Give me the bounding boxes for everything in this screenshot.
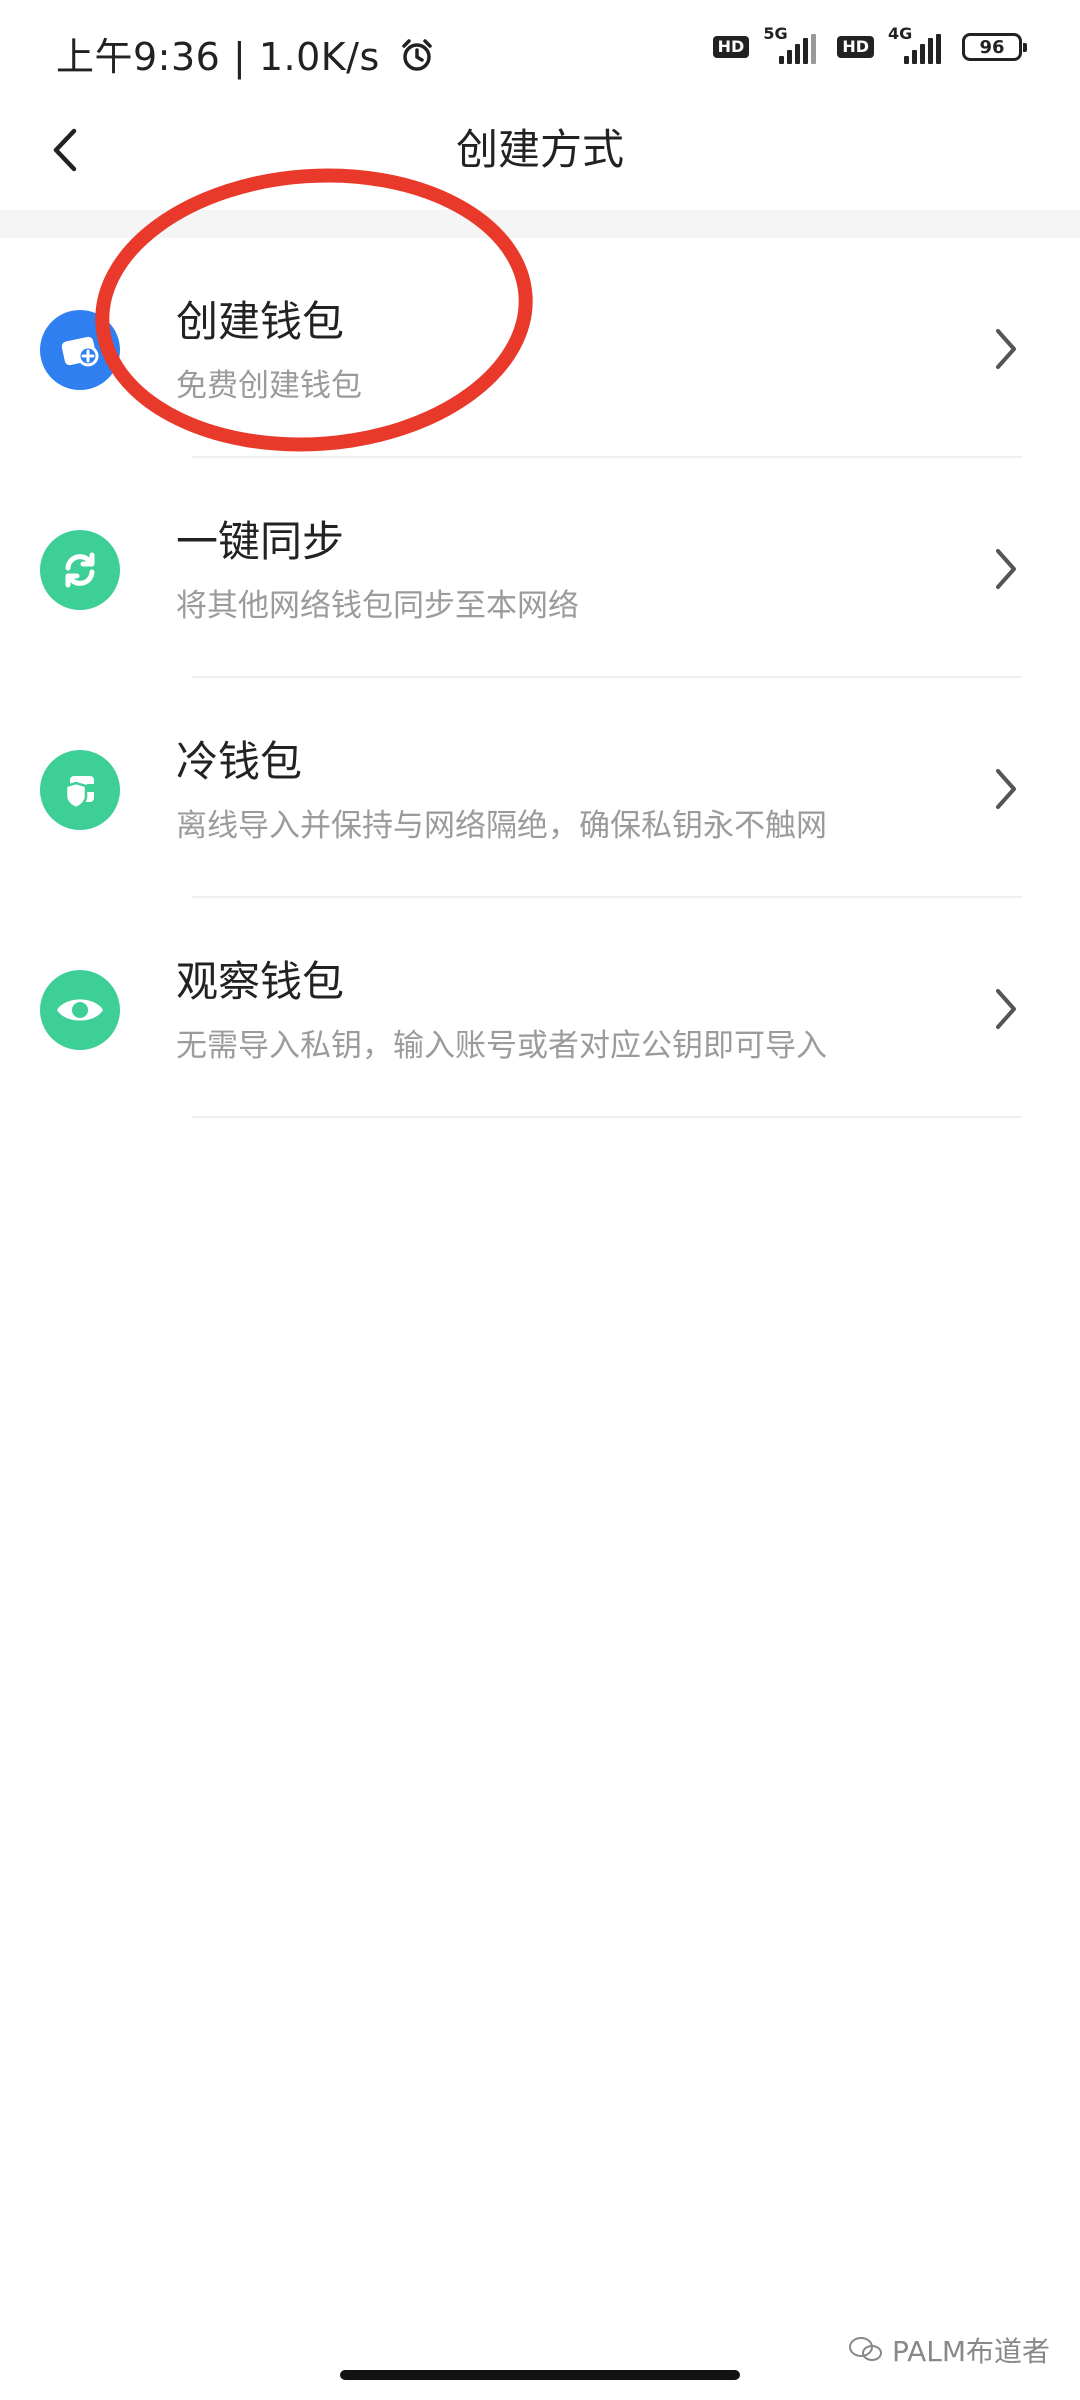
page-title: 创建方式 xyxy=(455,125,624,174)
chevron-right-icon xyxy=(986,764,1026,814)
sim1-label: 5G xyxy=(763,24,788,43)
watermark-text: PALM布道者 xyxy=(891,2335,1050,2368)
row-divider xyxy=(192,1116,1022,1118)
alarm-icon xyxy=(398,36,436,83)
item-subtitle: 离线导入并保持与网络隔绝，确保私钥永不触网 xyxy=(176,808,827,844)
chevron-right-icon xyxy=(986,984,1026,1034)
status-right: HD 5G HD 4G 96 xyxy=(712,24,1027,64)
battery-level: 96 xyxy=(979,36,1005,58)
cold-wallet-icon xyxy=(40,750,120,830)
eye-icon xyxy=(40,970,120,1050)
signal-icon-sim1: 5G xyxy=(763,24,823,64)
status-time: 上午9:36 xyxy=(56,35,221,79)
item-subtitle: 将其他网络钱包同步至本网络 xyxy=(176,588,579,624)
header-divider xyxy=(0,210,1080,238)
chevron-right-icon xyxy=(986,324,1026,374)
sim2-label: 4G xyxy=(888,24,913,43)
status-bar: 上午9:36 | 1.0K/s HD 5G HD 4G 96 xyxy=(0,0,1080,100)
home-indicator[interactable] xyxy=(340,2370,740,2380)
item-title: 一键同步 xyxy=(176,517,345,566)
chevron-right-icon xyxy=(986,544,1026,594)
item-subtitle: 无需导入私钥，输入账号或者对应公钥即可导入 xyxy=(176,1028,827,1064)
status-left: 上午9:36 | 1.0K/s xyxy=(56,26,436,83)
battery-icon: 96 xyxy=(962,33,1027,61)
list-item-one-click-sync[interactable]: 一键同步 将其他网络钱包同步至本网络 xyxy=(0,458,1080,678)
item-subtitle: 免费创建钱包 xyxy=(176,368,362,404)
signal-icon-sim2: 4G xyxy=(888,24,948,64)
item-title: 冷钱包 xyxy=(176,737,303,786)
status-separator: | xyxy=(232,35,259,79)
list-item-cold-wallet[interactable]: 冷钱包 离线导入并保持与网络隔绝，确保私钥永不触网 xyxy=(0,678,1080,898)
list-item-create-wallet[interactable]: 创建钱包 免费创建钱包 xyxy=(0,238,1080,458)
creation-method-list: 创建钱包 免费创建钱包 一键同步 将其他网络钱包同步至本网络 冷钱包 离线导入并… xyxy=(0,238,1080,1118)
list-item-watch-wallet[interactable]: 观察钱包 无需导入私钥，输入账号或者对应公钥即可导入 xyxy=(0,898,1080,1118)
wechat-icon xyxy=(848,2337,882,2361)
watermark: PALM布道者 xyxy=(848,2330,1050,2370)
sync-icon xyxy=(40,530,120,610)
hd-badge-1: HD xyxy=(712,36,750,58)
create-wallet-icon xyxy=(40,310,120,390)
nav-header: 创建方式 xyxy=(0,100,1080,210)
hd-badge-2: HD xyxy=(837,36,874,58)
item-title: 创建钱包 xyxy=(176,297,345,346)
item-title: 观察钱包 xyxy=(176,957,345,1006)
status-net-speed: 1.0K/s xyxy=(258,35,380,79)
